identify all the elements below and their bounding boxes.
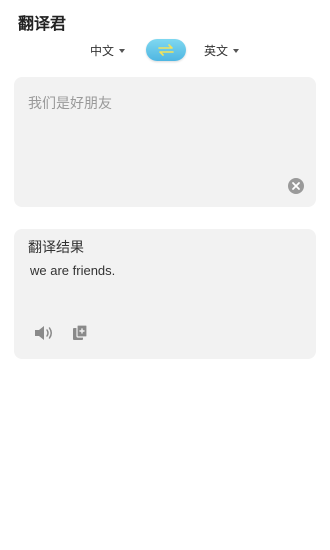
result-panel: 翻译结果 we are friends. [14,229,316,359]
app-title: 翻译君 [18,14,67,33]
swap-languages-button[interactable] [146,39,186,61]
result-text: we are friends. [30,263,116,278]
clear-icon [292,182,300,190]
target-language-label: 英文 [204,44,229,58]
source-text[interactable]: 我们是好朋友 [28,93,112,113]
source-language-select[interactable]: 中文 [90,42,126,59]
target-language-select[interactable]: 英文 [204,42,240,59]
source-language-label: 中文 [90,44,115,58]
result-title: 翻译结果 [28,240,84,256]
caret-down-icon [119,49,126,53]
language-bar: 中文 英文 [0,38,330,64]
speak-button[interactable] [34,325,54,345]
copy-icon [73,324,88,340]
speaker-icon [35,326,52,340]
caret-down-icon [233,49,240,53]
clear-button[interactable] [288,178,304,194]
input-panel[interactable]: 我们是好朋友 [14,77,316,207]
swap-arrows-icon [158,44,174,56]
copy-button[interactable] [72,324,88,346]
